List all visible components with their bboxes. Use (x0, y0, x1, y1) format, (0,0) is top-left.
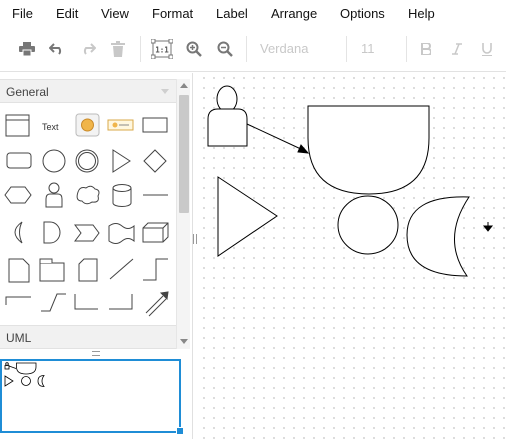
shape-rectangle[interactable] (142, 117, 168, 133)
outline-resize-grip-icon[interactable] (92, 351, 100, 356)
palette-title: General (6, 85, 49, 99)
menu-view[interactable]: View (101, 6, 129, 21)
outline-resize-handle[interactable] (176, 427, 184, 435)
palette-header-general[interactable]: General (0, 79, 176, 103)
shape-triangle[interactable] (112, 149, 131, 173)
menu-format[interactable]: Format (152, 6, 193, 21)
delete-icon (111, 41, 125, 57)
palette-header-uml[interactable]: UML (0, 325, 176, 349)
shape-cube[interactable] (142, 222, 169, 243)
font-family-select[interactable]: Verdana (260, 41, 308, 56)
zoom-in-button[interactable] (181, 36, 207, 62)
shape-and[interactable] (43, 221, 61, 244)
italic-icon (452, 43, 462, 55)
redo-icon (83, 43, 96, 55)
zoom-in-icon (186, 41, 202, 57)
shape-actor[interactable] (45, 182, 63, 208)
scroll-down-icon[interactable] (180, 339, 188, 344)
shape-l-edge[interactable] (74, 294, 98, 310)
redo-button[interactable] (75, 36, 101, 62)
toolbar-separator (246, 36, 247, 62)
diagram-small-arrow[interactable] (482, 222, 494, 232)
diagram-actor[interactable] (207, 85, 248, 147)
diagram-connector-arrow[interactable] (246, 123, 310, 154)
font-size-input[interactable]: 11 (361, 41, 375, 56)
zoom-out-icon (217, 41, 233, 57)
sidebar-scrollbar[interactable] (176, 79, 190, 349)
shape-sidebar: General Text UML (0, 73, 193, 439)
actual-size-icon: 1:1 (151, 39, 173, 59)
shape-folder[interactable] (39, 258, 65, 282)
shape-tape[interactable] (108, 223, 135, 244)
shape-curved-edge[interactable] (41, 293, 66, 312)
menu-file[interactable]: File (12, 6, 33, 21)
shape-diagonal-line[interactable] (109, 258, 134, 280)
diagram-delay-shape[interactable] (307, 105, 430, 195)
chevron-down-icon (161, 89, 169, 94)
shape-card[interactable] (78, 258, 98, 282)
diagram-circle[interactable] (337, 195, 399, 255)
scroll-up-icon[interactable] (180, 83, 188, 88)
shape-palette-grid: Text (4, 113, 169, 317)
underline-icon (482, 42, 492, 56)
toolbar: 1:1 Verdana 11 (0, 28, 506, 72)
menu-options[interactable]: Options (340, 6, 385, 21)
diagram-triangle[interactable] (217, 176, 278, 257)
shape-label[interactable] (107, 119, 134, 131)
delete-button[interactable] (105, 36, 131, 62)
menu-arrange[interactable]: Arrange (271, 6, 317, 21)
bold-button[interactable] (413, 36, 439, 62)
menu-label[interactable]: Label (216, 6, 248, 21)
shape-corner-edge[interactable] (5, 296, 31, 305)
shape-double-ellipse[interactable] (75, 149, 99, 173)
actual-size-label: 1:1 (155, 46, 169, 55)
undo-icon (49, 43, 62, 55)
shape-image[interactable] (75, 113, 100, 137)
bold-icon (421, 43, 431, 55)
shape-or[interactable] (14, 221, 23, 244)
shape-rhombus[interactable] (143, 149, 167, 173)
shape-orthogonal-edge[interactable] (143, 258, 168, 281)
diagram-or-shape[interactable] (406, 196, 470, 277)
shape-container[interactable] (5, 114, 30, 137)
scroll-thumb[interactable] (179, 95, 189, 213)
outline-thumbnail (4, 362, 45, 387)
shape-hexagon[interactable] (4, 186, 32, 204)
diagram-drawing (207, 85, 494, 277)
underline-button[interactable] (474, 36, 500, 62)
shape-reverse-l-edge[interactable] (109, 294, 133, 310)
diagram-canvas[interactable] (199, 73, 506, 439)
shape-arrow[interactable] (145, 291, 169, 317)
outline-navigator[interactable] (0, 359, 181, 433)
shape-cloud[interactable] (76, 185, 100, 205)
shape-cylinder[interactable] (112, 184, 132, 207)
toolbar-separator (346, 36, 347, 62)
print-button[interactable] (14, 36, 40, 62)
menu-bar: File Edit View Format Label Arrange Opti… (0, 0, 506, 28)
menu-edit[interactable]: Edit (56, 6, 78, 21)
italic-button[interactable] (444, 36, 470, 62)
print-icon (19, 42, 35, 56)
shape-step[interactable] (74, 224, 100, 242)
shape-note[interactable] (8, 258, 30, 283)
actual-size-button[interactable]: 1:1 (149, 36, 175, 62)
menu-help[interactable]: Help (408, 6, 435, 21)
zoom-out-button[interactable] (212, 36, 238, 62)
shape-text[interactable]: Text (42, 122, 59, 132)
shape-ellipse[interactable] (42, 149, 66, 173)
toolbar-separator (140, 36, 141, 62)
palette-title: UML (6, 331, 32, 345)
undo-button[interactable] (44, 36, 70, 62)
sidebar-resize-grip-icon[interactable] (193, 234, 197, 244)
toolbar-separator (406, 36, 407, 62)
shape-rounded-rectangle[interactable] (6, 152, 32, 169)
